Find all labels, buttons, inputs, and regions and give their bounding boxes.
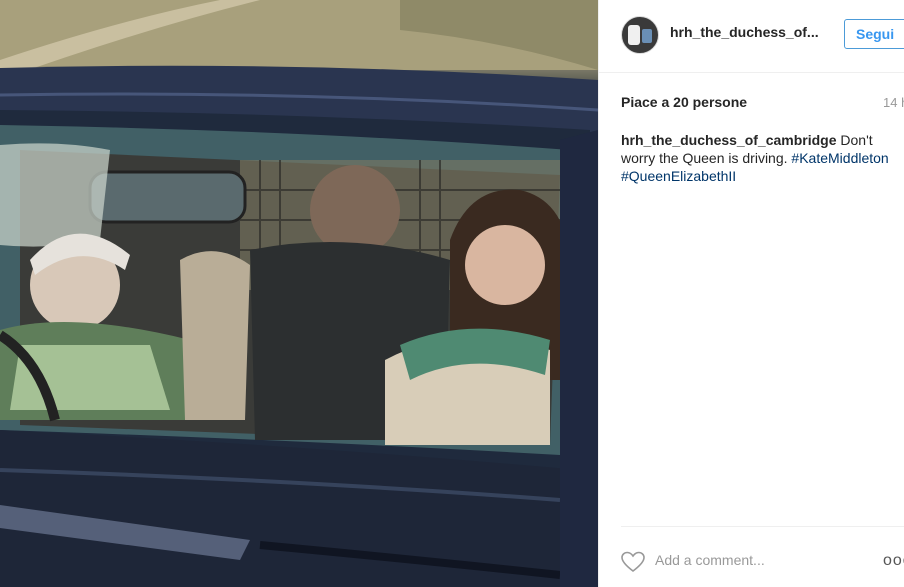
caption-text: worry the Queen is driving. bbox=[621, 150, 788, 166]
post-photo[interactable] bbox=[0, 0, 598, 587]
car-photo-illustration bbox=[0, 0, 598, 587]
more-options-icon[interactable]: ooo bbox=[883, 552, 904, 570]
caption-username-link[interactable]: hrh_the_duchess_of_cambridge bbox=[621, 132, 837, 148]
caption-line: #QueenElizabethII bbox=[621, 167, 904, 185]
avatar[interactable] bbox=[621, 16, 659, 54]
caption-line: worry the Queen is driving. #KateMiddlet… bbox=[621, 149, 904, 167]
username-link[interactable]: hrh_the_duchess_of... bbox=[670, 24, 830, 40]
follow-button[interactable]: Segui bbox=[844, 19, 904, 49]
hashtag-link[interactable]: #QueenElizabethII bbox=[621, 168, 736, 184]
caption-text: Don't bbox=[840, 132, 873, 148]
post-footer: Add a comment... ooo bbox=[621, 526, 904, 573]
post-header: hrh_the_duchess_of... Segui bbox=[599, 0, 904, 73]
comment-input[interactable]: Add a comment... bbox=[655, 552, 765, 568]
hashtag-link[interactable]: #KateMiddleton bbox=[791, 150, 888, 166]
caption-line: hrh_the_duchess_of_cambridge Don't bbox=[621, 131, 904, 149]
likes-count[interactable]: Piace a 20 persone bbox=[621, 94, 747, 110]
post-timestamp[interactable]: 14 h bbox=[883, 95, 904, 110]
avatar-image-part bbox=[628, 25, 640, 45]
heart-icon[interactable] bbox=[621, 551, 645, 573]
avatar-image-part bbox=[642, 29, 652, 43]
post-sidebar: hrh_the_duchess_of... Segui Piace a 20 p… bbox=[598, 0, 904, 587]
post-caption: hrh_the_duchess_of_cambridge Don't worry… bbox=[621, 131, 904, 185]
